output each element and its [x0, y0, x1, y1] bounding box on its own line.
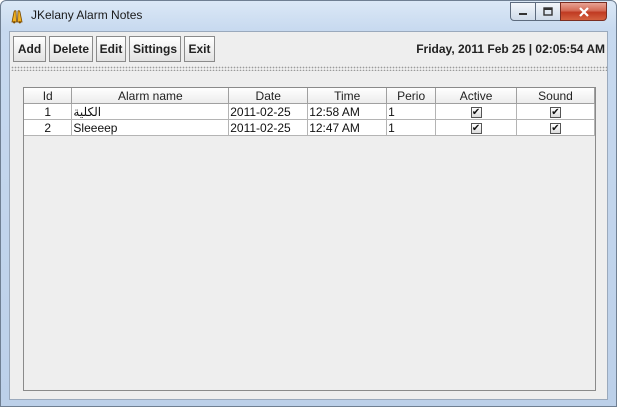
exit-button[interactable]: Exit [184, 36, 215, 62]
current-datetime: Friday, 2011 Feb 25 | 02:05:54 AM [416, 42, 605, 56]
app-window: JKelany Alarm Notes Add Delete Edit Sitt… [0, 0, 617, 407]
cell-sound[interactable]: ✔ [516, 103, 595, 120]
active-checkbox[interactable]: ✔ [470, 122, 482, 134]
maximize-icon [543, 7, 553, 16]
column-header-alarm-name[interactable]: Alarm name [71, 88, 230, 104]
cell-active[interactable]: ✔ [435, 119, 518, 136]
column-header-active[interactable]: Active [435, 88, 518, 104]
column-header-date[interactable]: Date [228, 88, 309, 104]
edit-button[interactable]: Edit [96, 36, 126, 62]
cell-id: 1 [24, 103, 73, 120]
table-row[interactable]: 2 Sleeeep 2011-02-25 12:47 AM 1 ✔ ✔ [24, 119, 595, 136]
toolbar: Add Delete Edit Sittings Exit Friday, 20… [11, 33, 607, 64]
minimize-icon [519, 12, 527, 15]
cell-active[interactable]: ✔ [435, 103, 518, 120]
table-row[interactable]: 1 الكلية 2011-02-25 12:58 AM 1 ✔ ✔ [24, 103, 595, 120]
cell-time: 12:58 AM [307, 103, 388, 120]
column-header-id[interactable]: Id [24, 88, 73, 104]
active-checkbox[interactable]: ✔ [470, 106, 482, 118]
cell-sound[interactable]: ✔ [516, 119, 595, 136]
client-area: Add Delete Edit Sittings Exit Friday, 20… [9, 31, 608, 400]
cell-date: 2011-02-25 [228, 119, 309, 136]
minimize-button[interactable] [510, 2, 536, 21]
sound-checkbox[interactable]: ✔ [550, 122, 561, 134]
column-header-time[interactable]: Time [307, 88, 388, 104]
add-button[interactable]: Add [13, 36, 46, 62]
toolbar-separator [11, 66, 607, 71]
column-header-sound[interactable]: Sound [516, 88, 595, 104]
column-header-period[interactable]: Perio [386, 88, 437, 104]
cell-alarm-name: الكلية [71, 103, 230, 120]
window-title: JKelany Alarm Notes [31, 8, 143, 22]
sound-checkbox[interactable]: ✔ [550, 106, 561, 118]
close-button[interactable] [560, 2, 607, 21]
title-bar[interactable]: JKelany Alarm Notes [1, 1, 616, 31]
close-icon [578, 6, 589, 17]
maximize-button[interactable] [535, 2, 561, 21]
cell-period: 1 [386, 103, 437, 120]
cell-period: 1 [386, 119, 437, 136]
delete-button[interactable]: Delete [49, 36, 93, 62]
cell-alarm-name: Sleeeep [71, 119, 230, 136]
cell-date: 2011-02-25 [228, 103, 309, 120]
cell-time: 12:47 AM [307, 119, 388, 136]
alarm-bells-icon [11, 10, 23, 24]
cell-id: 2 [24, 119, 73, 136]
settings-button[interactable]: Sittings [129, 36, 181, 62]
alarm-table[interactable]: Id Alarm name Date Time Perio Active Sou… [23, 87, 596, 391]
table-header-row: Id Alarm name Date Time Perio Active Sou… [24, 88, 595, 104]
